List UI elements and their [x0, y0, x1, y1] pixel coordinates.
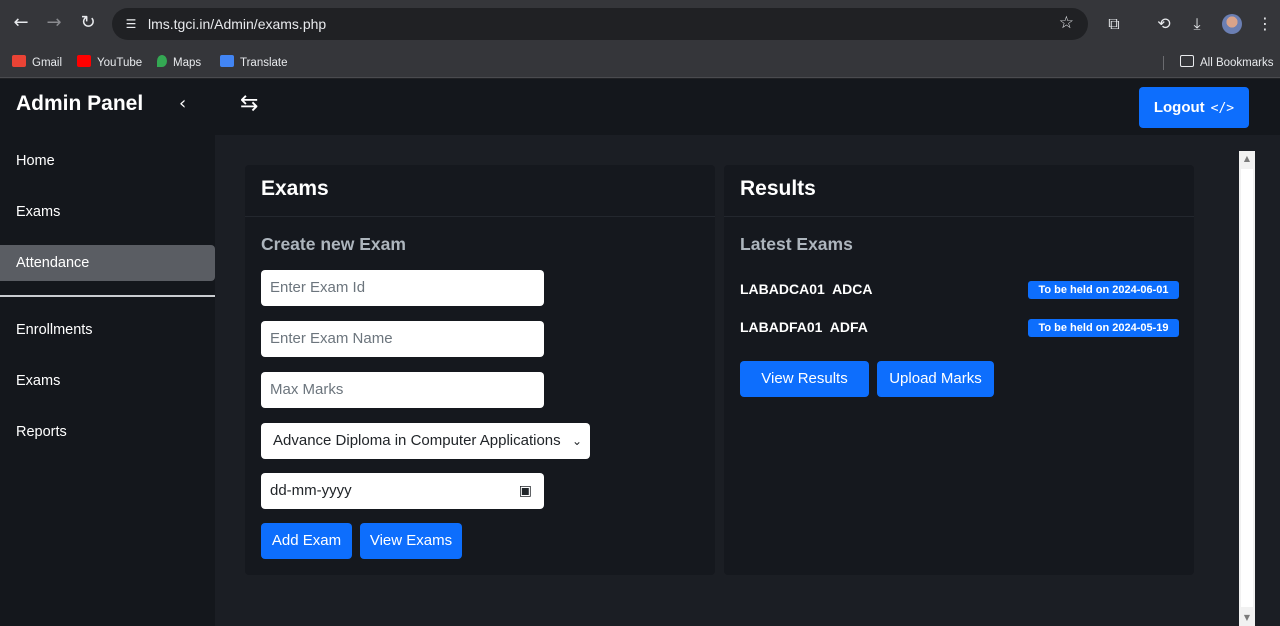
youtube-icon: [77, 55, 91, 67]
upload-marks-button[interactable]: Upload Marks: [877, 361, 994, 397]
sidebar-title: Admin Panel: [16, 92, 144, 115]
course-select[interactable]: Advance Diploma in Computer Applications…: [261, 423, 590, 459]
reload-icon[interactable]: ↻: [77, 12, 99, 34]
exams-card-title: Exams: [245, 165, 715, 217]
site-settings-icon[interactable]: ☰: [122, 15, 140, 33]
exam-code: LABADCA01: [740, 281, 825, 297]
sidebar-item-enrollments[interactable]: Enrollments: [0, 312, 215, 348]
status-badge: To be held on 2024-06-01: [1028, 281, 1179, 299]
exams-card: Exams Create new Exam Enter Exam Id Ente…: [245, 165, 715, 575]
list-item: LABADFA01 ADFA: [740, 319, 868, 335]
latest-exams-heading: Latest Exams: [740, 234, 853, 254]
maps-icon: [157, 55, 167, 67]
performance-icon[interactable]: ⟲: [1153, 13, 1175, 35]
bookmark-label: Maps: [173, 57, 202, 69]
all-bookmarks[interactable]: All Bookmarks: [1180, 53, 1274, 73]
exam-course: ADCA: [832, 281, 873, 297]
url-text[interactable]: lms.tgci.in/Admin/exams.php: [148, 16, 326, 32]
bookmark-youtube[interactable]: YouTube: [77, 53, 142, 73]
sidebar-item-home[interactable]: Home: [0, 143, 215, 179]
sidebar-item-exams-2[interactable]: Exams: [0, 363, 215, 399]
page: Admin Panel ‹ Home Exams Attendance Enro…: [0, 79, 1280, 626]
list-item: LABADCA01 ADCA: [740, 281, 873, 297]
back-icon[interactable]: ←: [10, 12, 32, 34]
bookmark-star-icon[interactable]: ☆: [1059, 13, 1074, 33]
download-icon[interactable]: ⤓: [1186, 13, 1208, 35]
exam-name-input[interactable]: Enter Exam Name: [261, 321, 544, 357]
create-exam-heading: Create new Exam: [261, 234, 406, 254]
exam-course: ADFA: [829, 319, 868, 335]
bookmark-label: YouTube: [97, 57, 143, 69]
bookmark-maps[interactable]: Maps: [157, 53, 201, 73]
bookmark-label: Gmail: [32, 57, 63, 69]
calendar-icon[interactable]: ▣: [519, 473, 532, 509]
scrollbar-thumb[interactable]: [1241, 169, 1253, 607]
logout-button[interactable]: Logout </>: [1139, 87, 1249, 128]
course-select-value: Advance Diploma in Computer Applications: [273, 432, 561, 449]
logout-label: Logout: [1153, 99, 1205, 116]
code-icon: </>: [1210, 101, 1235, 116]
scroll-up-icon[interactable]: ▲: [1239, 151, 1255, 167]
status-badge: To be held on 2024-05-19: [1028, 319, 1179, 337]
top-bar: ⇆ Logout </>: [215, 79, 1280, 135]
profile-avatar[interactable]: [1222, 14, 1242, 34]
bookmarks-bar: Gmail YouTube Maps Translate All Bookmar…: [0, 48, 1280, 78]
chevron-down-icon: ⌄: [571, 434, 582, 448]
extensions-icon[interactable]: ⧉: [1103, 13, 1125, 35]
view-results-button[interactable]: View Results: [740, 361, 869, 397]
max-marks-input[interactable]: Max Marks: [261, 372, 544, 408]
scrollbar[interactable]: ▲ ▼: [1239, 151, 1255, 626]
exam-date-input[interactable]: dd-mm-yyyy ▣: [261, 473, 544, 509]
menu-icon[interactable]: ⋮: [1254, 13, 1276, 35]
exam-id-input[interactable]: Enter Exam Id: [261, 270, 544, 306]
results-card-title: Results: [724, 165, 1194, 217]
sidebar-item-attendance[interactable]: Attendance: [0, 245, 215, 281]
results-card: Results Latest Exams LABADCA01 ADCA To b…: [724, 165, 1194, 575]
bookmark-label: Translate: [240, 57, 288, 69]
sidebar-divider: [0, 295, 215, 297]
gmail-icon: [12, 55, 26, 67]
browser-toolbar: ← → ↻ ☰ lms.tgci.in/Admin/exams.php ☆ ⧉ …: [0, 0, 1280, 48]
scroll-down-icon[interactable]: ▼: [1239, 610, 1255, 626]
exam-code: LABADFA01: [740, 319, 823, 335]
exam-date-value: dd-mm-yyyy: [270, 482, 352, 499]
sidebar: Admin Panel ‹ Home Exams Attendance Enro…: [0, 79, 215, 626]
collapse-sidebar-icon[interactable]: ‹: [179, 93, 186, 114]
bookmark-gmail[interactable]: Gmail: [12, 53, 62, 73]
sidebar-item-exams[interactable]: Exams: [0, 194, 215, 230]
all-bookmarks-label: All Bookmarks: [1200, 57, 1274, 69]
translate-icon: [220, 55, 234, 67]
folder-icon: [1180, 55, 1194, 67]
address-bar[interactable]: ☰ lms.tgci.in/Admin/exams.php ☆: [112, 8, 1088, 40]
sidebar-item-reports[interactable]: Reports: [0, 414, 215, 450]
add-exam-button[interactable]: Add Exam: [261, 523, 352, 559]
bookmark-translate[interactable]: Translate: [220, 53, 288, 73]
bookmarks-separator: [1163, 56, 1164, 70]
view-exams-button[interactable]: View Exams: [360, 523, 462, 559]
forward-icon[interactable]: →: [43, 12, 65, 34]
toggle-sidebar-icon[interactable]: ⇆: [240, 91, 258, 116]
